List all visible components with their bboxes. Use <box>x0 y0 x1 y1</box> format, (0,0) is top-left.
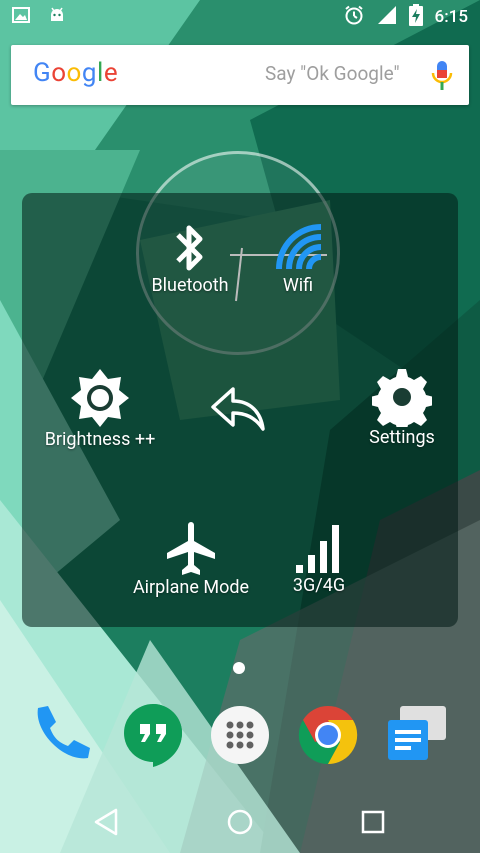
app-drawer-icon[interactable] <box>205 700 275 770</box>
wifi-toggle[interactable]: Wifi <box>268 221 328 296</box>
brightness-icon <box>71 369 129 427</box>
gear-icon <box>372 369 432 427</box>
mic-icon[interactable] <box>430 60 454 92</box>
battery-charging-icon <box>408 4 423 30</box>
airplane-mode-toggle[interactable]: Airplane Mode <box>126 521 256 598</box>
clock-time: 6:15 <box>434 7 468 27</box>
brightness-label: Brightness ++ <box>44 429 156 450</box>
nav-home-icon[interactable] <box>225 807 255 837</box>
alarm-icon <box>343 4 365 30</box>
brightness-button[interactable]: Brightness ++ <box>40 367 160 450</box>
mobile-data-toggle[interactable]: 3G/4G <box>284 521 354 596</box>
wifi-icon <box>276 224 322 270</box>
status-bar: 6:15 <box>0 0 480 34</box>
airplane-mode-label: Airplane Mode <box>132 577 250 598</box>
bluetooth-icon <box>176 225 203 271</box>
signal-icon <box>377 5 397 29</box>
airplane-icon <box>167 522 215 575</box>
google-logo: Google <box>33 58 119 88</box>
quick-control-panel: Bluetooth Wifi Brightness ++ Settings Ai… <box>22 193 458 627</box>
search-hint: Say "Ok Google" <box>265 62 400 85</box>
reply-arrow-icon <box>211 387 265 431</box>
google-search-bar[interactable]: Google Say "Ok Google" <box>11 45 469 105</box>
back-button[interactable] <box>208 385 268 433</box>
mobile-data-label: 3G/4G <box>292 575 346 596</box>
settings-button[interactable]: Settings <box>352 367 452 448</box>
image-notification-icon <box>12 6 30 28</box>
cellular-signal-icon <box>296 525 339 573</box>
nav-back-icon[interactable] <box>92 807 122 837</box>
page-indicator <box>233 662 245 674</box>
phone-icon[interactable] <box>24 700 94 770</box>
messages-icon[interactable] <box>382 700 452 770</box>
navigation-bar <box>0 790 480 853</box>
android-notification-icon <box>48 6 66 28</box>
hangouts-icon[interactable] <box>118 700 188 770</box>
nav-recents-icon[interactable] <box>358 807 388 837</box>
wifi-label: Wifi <box>282 275 314 296</box>
chrome-icon[interactable] <box>293 700 363 770</box>
settings-label: Settings <box>369 427 435 448</box>
